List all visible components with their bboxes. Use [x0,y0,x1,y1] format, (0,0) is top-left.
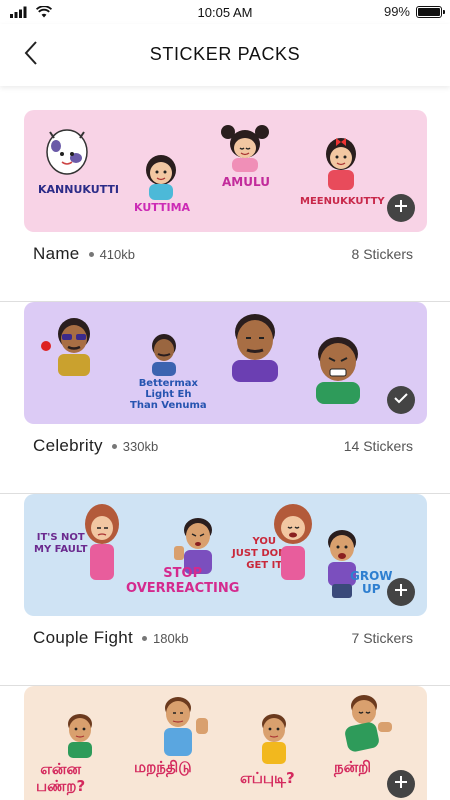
separator-dot [111,443,117,449]
status-right: 99% [383,4,445,19]
status-time: 10:05 AM [197,5,253,20]
pack-meta: Celebrity 330kb 14 Stickers [33,433,413,459]
sticker-boy-thinking [60,712,100,758]
pack-size: 330kb [122,438,159,454]
sticker-man-bowing [324,692,396,756]
separator-dot [142,635,147,641]
sticker-label: STOP [163,566,203,581]
page-title: STICKER PACKS [149,44,301,64]
sticker-caption: STOP OVERREACTING [126,566,239,596]
sticker-man-grimace [304,332,372,406]
sticker-girl-pigtails [216,122,274,174]
pack-sticker-count: 7 Stickers [351,630,413,646]
pack-size: 410kb [99,246,135,262]
sticker-man-mustache [146,332,182,376]
add-pack-button[interactable] [387,578,415,606]
sticker-woman-upset [80,502,124,582]
sticker-pack-list[interactable]: KANNUKUTTI KUTTIMA AMULU MEENUKKUTTY Nam… [0,86,450,800]
pack-name: Celebrity [33,436,103,455]
sticker-girl-bow [319,134,363,192]
sticker-pack-preview[interactable]: IT'S NOT MY FAULT STOP OVERREACTING YOU … [24,494,427,616]
sticker-label: பண்ற? [36,777,86,795]
check-icon [394,391,408,409]
pack-meta: Name 410kb 8 Stickers [33,241,413,267]
status-bar: 10:05 AM 99% [0,0,450,24]
add-icon [394,583,408,602]
sticker-caption: என்ன பண்ற? [36,761,85,795]
pack-added-button[interactable] [387,386,415,414]
battery-percent: 99% [383,4,410,19]
add-pack-button[interactable] [387,770,415,798]
sticker-man-sunglasses [40,312,102,378]
pack-name: Name [33,244,80,263]
sticker-label: AMULU [222,175,270,189]
sticker-label: Light Eh [145,389,192,400]
pack-sticker-count: 14 Stickers [343,438,413,454]
battery-level [418,7,440,16]
pack-name: Couple Fight [33,628,133,647]
sticker-man-purple-shirt [220,310,290,382]
sticker-label: MEENUKKUTTY [300,196,385,207]
sticker-label: Bettermax [138,378,198,389]
sticker-boy-yellow [254,712,294,764]
pack-sticker-count: 8 Stickers [351,246,413,262]
sticker-label: நன்றி [334,758,372,776]
sticker-label: மறந்திடு [134,758,192,776]
sticker-man-waving [152,694,218,758]
add-pack-button[interactable] [387,194,415,222]
pack-size: 180kb [153,630,189,646]
sticker-label: என்ன [40,760,81,778]
sticker-cow-girl [42,124,92,184]
battery-icon [416,5,445,18]
sticker-pack-preview[interactable]: KANNUKUTTI KUTTIMA AMULU MEENUKKUTTY [24,110,427,232]
app-header: STICKER PACKS [0,24,450,86]
separator-dot [88,251,94,257]
sticker-label: Than Venuma [130,400,207,411]
sticker-label: OVERREACTING [126,581,240,596]
add-icon [394,199,408,218]
sticker-label: KUTTIMA [134,201,191,214]
add-icon [394,775,408,794]
sticker-caption: Bettermax Light Eh Than Venuma [130,378,207,411]
sticker-woman-frustrated [268,502,318,582]
sticker-label: எப்புடி? [240,769,295,787]
sticker-label: KANNUKUTTI [38,183,119,196]
sticker-girl-sitting [136,150,186,202]
sticker-pack-preview[interactable]: Bettermax Light Eh Than Venuma [24,302,427,424]
sticker-pack-preview[interactable]: என்ன பண்ற? மறந்திடு எப்புடி? நன்றி [24,686,427,800]
pack-meta: Couple Fight 180kb 7 Stickers [33,625,413,651]
